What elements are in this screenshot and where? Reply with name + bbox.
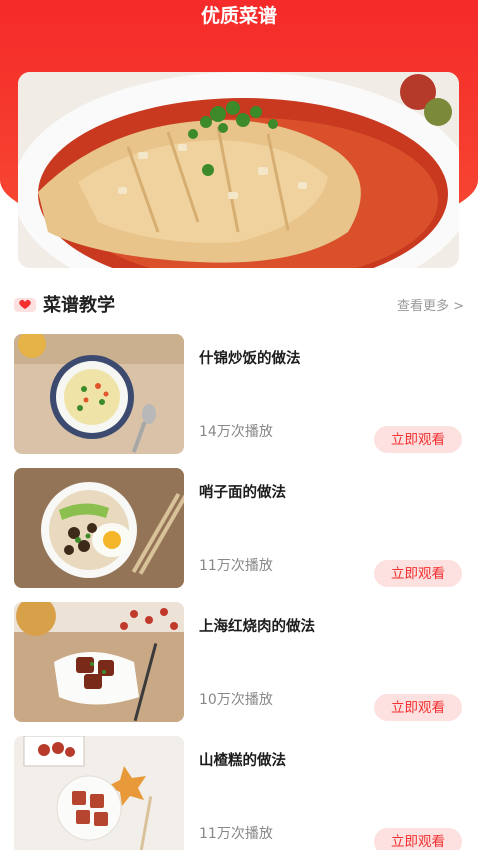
watch-now-button[interactable]: 立即观看: [374, 828, 462, 850]
recipe-thumbnail[interactable]: [14, 602, 184, 722]
recipe-thumbnail[interactable]: [14, 736, 184, 850]
recipe-title: 山楂糕的做法: [199, 753, 286, 769]
recipe-item[interactable]: 上海红烧肉的做法 10万次播放 立即观看: [14, 602, 464, 736]
play-count: 14万次播放: [199, 424, 273, 440]
recipe-list: 什锦炒饭的做法 14万次播放 立即观看 哨子面的做法 11万次播放 立即观看 上…: [14, 334, 464, 850]
recipe-item[interactable]: 山楂糕的做法 11万次播放 立即观看: [14, 736, 464, 850]
section-header: 菜谱教学 查看更多 >: [14, 288, 464, 318]
watch-now-button[interactable]: 立即观看: [374, 560, 462, 587]
recipe-item[interactable]: 哨子面的做法 11万次播放 立即观看: [14, 468, 464, 602]
page-title: 优质菜谱: [200, 5, 277, 27]
play-count: 10万次播放: [199, 692, 273, 708]
play-count: 11万次播放: [199, 558, 273, 574]
recipe-title: 上海红烧肉的做法: [199, 619, 315, 635]
watch-now-button[interactable]: 立即观看: [374, 426, 462, 453]
recipe-title: 哨子面的做法: [199, 485, 286, 501]
recipe-item[interactable]: 什锦炒饭的做法 14万次播放 立即观看: [14, 334, 464, 468]
watch-now-button[interactable]: 立即观看: [374, 694, 462, 721]
recipe-title: 什锦炒饭的做法: [199, 351, 301, 367]
banner-image[interactable]: [18, 72, 459, 268]
section-title: 菜谱教学: [43, 295, 115, 316]
play-count: 11万次播放: [199, 826, 273, 842]
recipe-thumbnail[interactable]: [14, 468, 184, 588]
view-more-link[interactable]: 查看更多 >: [397, 295, 464, 314]
recipe-thumbnail[interactable]: [14, 334, 184, 454]
recipe-section-icon: [14, 298, 36, 312]
